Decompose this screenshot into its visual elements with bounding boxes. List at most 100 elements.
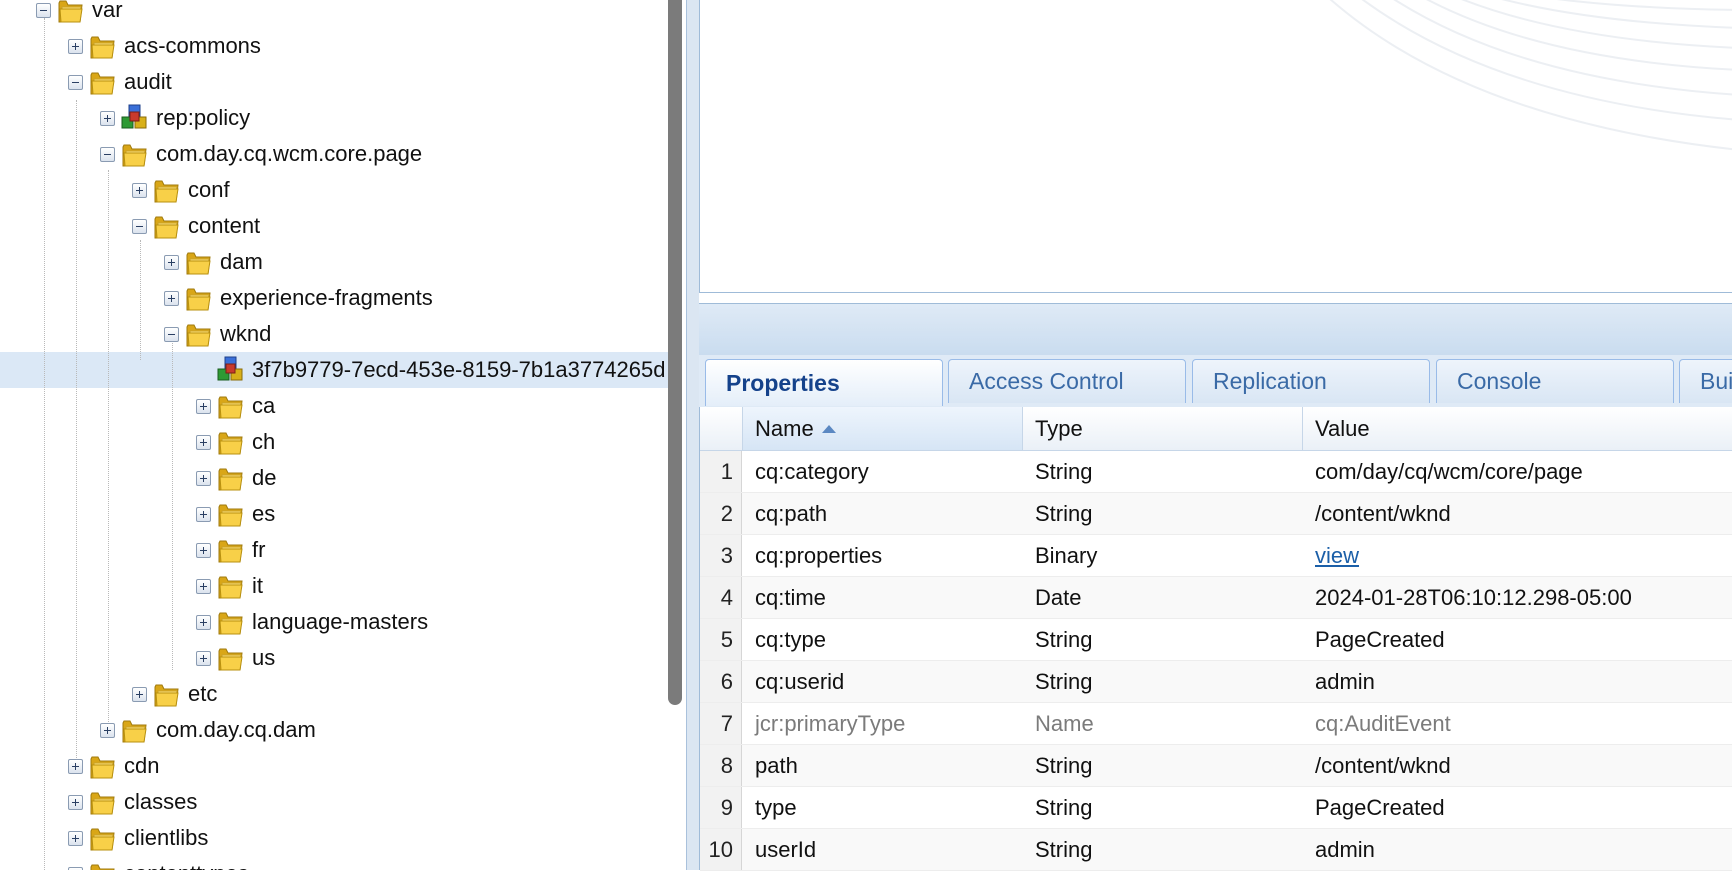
tree-node[interactable]: ch [196, 424, 277, 460]
expand-icon[interactable] [196, 578, 211, 594]
expand-icon[interactable] [196, 434, 211, 450]
expand-icon[interactable] [164, 254, 179, 270]
row-number: 2 [700, 493, 742, 534]
tree-node[interactable]: fr [196, 532, 267, 568]
expand-icon[interactable] [132, 182, 147, 198]
tree-node[interactable]: it [196, 568, 265, 604]
tree-node-label: es [252, 501, 276, 526]
expand-icon[interactable] [196, 542, 211, 558]
collapse-icon[interactable] [36, 2, 51, 18]
property-value: PageCreated [1315, 787, 1445, 828]
expand-icon[interactable] [132, 686, 147, 702]
folder-icon [88, 859, 122, 870]
expand-icon[interactable] [196, 614, 211, 630]
tab-properties[interactable]: Properties [705, 359, 943, 406]
property-name: cq:time [755, 584, 826, 610]
tree-node-label: 3f7b9779-7ecd-453e-8159-7b1a3774265d [252, 357, 666, 382]
rownum-header [700, 407, 743, 451]
tree-node[interactable]: us [196, 640, 277, 676]
tab-build-info[interactable]: Bui [1679, 359, 1732, 403]
tree-node[interactable]: acs-commons [68, 28, 263, 64]
property-row[interactable]: 10 userId String admin [700, 829, 1732, 871]
expand-icon[interactable] [100, 110, 115, 126]
tree-node[interactable]: conf [132, 172, 232, 208]
tree-node-label: contenttypes [122, 861, 251, 870]
property-row[interactable]: 3 cq:properties Binary view [700, 535, 1732, 577]
tree-scrollbar-thumb[interactable] [668, 0, 682, 705]
folder-icon [184, 247, 218, 277]
expand-icon[interactable] [68, 830, 83, 846]
tree-node[interactable]: audit [68, 64, 174, 100]
tree-node[interactable]: 3f7b9779-7ecd-453e-8159-7b1a3774265d [196, 352, 667, 388]
property-row[interactable]: 2 cq:path String/content/wknd [700, 493, 1732, 535]
tree-node[interactable]: wknd [164, 316, 273, 352]
collapse-icon[interactable] [68, 74, 83, 90]
panel-splitter[interactable] [686, 0, 700, 870]
property-row[interactable]: 5 cq:type String PageCreated [700, 619, 1732, 661]
tree-guide-line [140, 240, 141, 360]
tree-node-label: dam [220, 249, 263, 274]
tree-node[interactable]: content [132, 208, 262, 244]
panel-header-bar [699, 303, 1732, 357]
collapse-icon[interactable] [164, 326, 179, 342]
tree-node[interactable]: classes [68, 784, 199, 820]
expand-icon[interactable] [196, 650, 211, 666]
column-header-name[interactable]: Name [743, 407, 1023, 451]
tree-node[interactable]: dam [164, 244, 265, 280]
tree-node[interactable]: contenttypes [68, 856, 251, 870]
tree-node-label: experience-fragments [220, 285, 433, 310]
property-row[interactable]: 4 cq:time Date 2024-01-28T06:10:12.298-05:0… [700, 577, 1732, 619]
property-row[interactable]: 1 cq:category String com/day/cq/wcm/core/pa… [700, 451, 1732, 493]
view-binary-link[interactable]: view [1315, 543, 1359, 569]
tree-node[interactable]: cdn [68, 748, 161, 784]
tab-label: Properties [726, 369, 840, 396]
folder-icon [88, 67, 122, 97]
tree-node[interactable]: experience-fragments [164, 280, 435, 316]
tab-console[interactable]: Console [1436, 359, 1674, 403]
tree-node[interactable]: ca [196, 388, 277, 424]
column-header-value[interactable]: Value [1303, 407, 1732, 451]
property-row[interactable]: 7 jcr:primaryType Name cq:AuditEvent [700, 703, 1732, 745]
expand-icon[interactable] [68, 794, 83, 810]
expand-icon[interactable] [100, 722, 115, 738]
expand-icon[interactable] [164, 290, 179, 306]
property-value: cq:AuditEvent [1315, 703, 1451, 744]
expand-icon[interactable] [196, 398, 211, 414]
collapse-icon[interactable] [132, 218, 147, 234]
column-header-label: Value [1315, 415, 1370, 441]
column-header-type[interactable]: Type [1023, 407, 1303, 451]
tree-node[interactable]: etc [132, 676, 219, 712]
folder-icon [88, 31, 122, 61]
tree-node-label: content [188, 213, 261, 238]
property-name: cq:category [755, 458, 869, 484]
expand-icon[interactable] [68, 38, 83, 54]
tree-node[interactable]: de [196, 460, 278, 496]
property-value-text: /content/wknd [1315, 500, 1451, 526]
expand-icon[interactable] [68, 758, 83, 774]
folder-icon [88, 787, 122, 817]
tree-node[interactable]: com.day.cq.wcm.core.page [100, 136, 424, 172]
property-name: path [755, 752, 798, 778]
tab-access-control[interactable]: Access Control [948, 359, 1186, 403]
tree-node[interactable]: clientlibs [68, 820, 210, 856]
property-row[interactable]: 8 path String/content/wknd [700, 745, 1732, 787]
column-header-label: Name [755, 415, 814, 441]
folder-icon [152, 679, 186, 709]
tree-node[interactable]: var [36, 0, 125, 28]
tree-node[interactable]: language-masters [196, 604, 430, 640]
property-row[interactable]: 9 type String PageCreated [700, 787, 1732, 829]
property-row[interactable]: 6 cq:userid String admin [700, 661, 1732, 703]
tree-node-label: com.day.cq.wcm.core.page [156, 141, 423, 166]
collapse-icon[interactable] [100, 146, 115, 162]
expand-icon[interactable] [68, 866, 83, 870]
property-value: /content/wknd [1315, 745, 1451, 786]
expand-icon[interactable] [196, 506, 211, 522]
tree-node[interactable]: rep:policy [100, 100, 252, 136]
repository-tree[interactable]: var acs-commons audit rep:policy com.day.cq.… [0, 0, 672, 870]
expand-icon[interactable] [196, 470, 211, 486]
folder-icon [120, 715, 154, 745]
tree-guide-line [108, 170, 109, 730]
tree-node[interactable]: es [196, 496, 277, 532]
tab-replication[interactable]: Replication [1192, 359, 1430, 403]
tree-node[interactable]: com.day.cq.dam [100, 712, 318, 748]
